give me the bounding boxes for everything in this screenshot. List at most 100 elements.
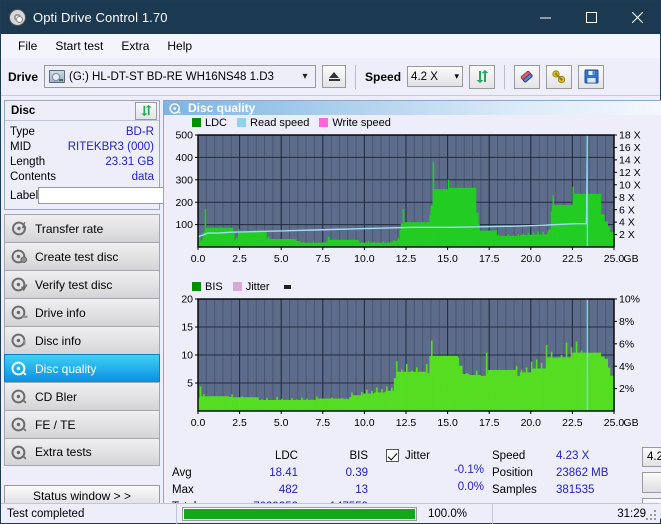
- toolbar: Drive (G:) HL-DT-ST BD-RE WH16NS48 1.D3 …: [1, 58, 660, 96]
- legend-swatch-ldc: [192, 118, 201, 127]
- close-button[interactable]: [614, 1, 660, 34]
- svg-text:25.0: 25.0: [604, 253, 625, 265]
- sidebar-item-label: Create test disc: [35, 249, 119, 264]
- maximize-button[interactable]: [568, 1, 614, 34]
- start-full-button[interactable]: Start full: [642, 472, 661, 493]
- disc-quality-icon: [169, 102, 181, 114]
- svg-text:8%: 8%: [619, 316, 634, 328]
- disc-contents-value: data: [131, 170, 154, 183]
- svg-text:6 X: 6 X: [619, 204, 635, 216]
- content-header-title: Disc quality: [188, 101, 256, 115]
- stats-col-ldc: LDC: [274, 449, 298, 462]
- verify-test-disc-icon: [11, 277, 28, 292]
- jitter-checkbox[interactable]: [386, 449, 399, 462]
- toolbar-divider-2: [504, 64, 506, 89]
- menu-extra[interactable]: Extra: [112, 36, 158, 56]
- svg-text:15.0: 15.0: [437, 417, 458, 429]
- svg-text:20.0: 20.0: [521, 417, 542, 429]
- disc-mid-value: RITEKBR3 (000): [67, 140, 154, 153]
- svg-text:4 X: 4 X: [619, 217, 635, 229]
- chevron-down-icon: ▾: [454, 71, 460, 81]
- erase-button[interactable]: [514, 64, 541, 89]
- svg-text:10.0: 10.0: [354, 253, 375, 265]
- svg-text:15.0: 15.0: [437, 253, 458, 265]
- position-row: Position 23862 MB: [492, 464, 642, 481]
- svg-text:GB: GB: [623, 417, 638, 429]
- menu-file[interactable]: File: [9, 36, 46, 56]
- bottom-chart[interactable]: 5 10 15 20 2% 4% 6% 8% 10% 0.0 2.5 5.0 7.5 10.0 12.5 15…: [168, 293, 661, 443]
- svg-text:16 X: 16 X: [619, 142, 641, 154]
- svg-text:4%: 4%: [619, 361, 634, 373]
- svg-text:7.5: 7.5: [315, 417, 330, 429]
- sidebar-item-cd-bler[interactable]: CD Bler: [4, 382, 160, 410]
- resize-grip[interactable]: [646, 510, 658, 522]
- disc-panel: Disc Type BD-R MID RITEKBR3 (000) Length…: [4, 100, 241, 210]
- stats-avg-bis: 0.39: [345, 466, 368, 479]
- drive-select[interactable]: (G:) HL-DT-ST BD-RE WH16NS48 1.D3 ▾: [44, 65, 317, 88]
- sidebar-item-transfer-rate[interactable]: Transfer rate: [4, 214, 160, 242]
- speed-label: Speed: [492, 449, 526, 462]
- sidebar-item-disc-info[interactable]: Disc info: [4, 326, 160, 354]
- sidebar: Disc Type BD-R MID RITEKBR3 (000) Length…: [4, 100, 241, 507]
- sidebar-item-verify-test-disc[interactable]: Verify test disc: [4, 270, 160, 298]
- samples-label: Samples: [492, 483, 537, 496]
- svg-text:300: 300: [175, 174, 193, 186]
- stats-avg-ldc: 18.41: [269, 466, 298, 479]
- app-window: Opti Drive Control 1.70 File Start test …: [0, 0, 661, 524]
- disc-properties: Type BD-R MID RITEKBR3 (000) Length 23.3…: [5, 121, 241, 209]
- speed-select-value: 4.2 X: [411, 70, 438, 83]
- svg-text:10%: 10%: [619, 294, 640, 306]
- svg-text:200: 200: [175, 197, 193, 209]
- nav-list: Transfer rate Create test disc Verify te…: [4, 214, 160, 466]
- svg-text:2 X: 2 X: [619, 229, 635, 241]
- extra-tests-icon: [11, 445, 27, 459]
- sidebar-item-label: Verify test disc: [35, 277, 113, 292]
- top-chart[interactable]: 100 200 300 400 500 2 X4 X6 X8 X 10 X 12 X 14 X1…: [168, 129, 661, 279]
- drive-label: Drive: [8, 69, 39, 84]
- svg-text:2.5: 2.5: [232, 417, 247, 429]
- disc-refresh-button[interactable]: [135, 101, 157, 120]
- refresh-icon: [476, 70, 489, 83]
- menu-start-test[interactable]: Start test: [46, 36, 112, 56]
- top-chart-legend: LDC Read speed Write speed: [168, 116, 661, 129]
- minimize-button[interactable]: [522, 1, 568, 34]
- stats-row-avg: Avg 18.41 0.39: [172, 464, 382, 481]
- disc-row-type: Type BD-R: [10, 124, 154, 139]
- svg-text:22.5: 22.5: [562, 253, 583, 265]
- toolbar-divider-1: [355, 64, 357, 89]
- stats-row-label: Avg: [172, 466, 192, 479]
- refresh-drive-button[interactable]: [469, 64, 496, 89]
- menu-help[interactable]: Help: [158, 36, 201, 56]
- transfer-rate-icon: [12, 221, 27, 236]
- save-button[interactable]: [578, 64, 605, 89]
- svg-text:GB: GB: [623, 253, 638, 265]
- cd-bler-icon: [11, 389, 27, 404]
- svg-text:18 X: 18 X: [619, 130, 641, 142]
- sidebar-item-drive-info[interactable]: Drive info: [4, 298, 160, 326]
- sidebar-item-fe-te[interactable]: FE / TE: [4, 410, 160, 438]
- disc-length-value: 23.31 GB: [105, 155, 154, 168]
- test-speed-value: 4.2 X: [647, 451, 661, 463]
- disc-panel-header: Disc: [5, 101, 159, 121]
- sidebar-item-extra-tests[interactable]: Extra tests: [4, 438, 160, 466]
- sidebar-item-disc-quality[interactable]: Disc quality: [4, 354, 160, 382]
- app-disc-icon: [9, 9, 26, 26]
- speed-select[interactable]: 4.2 X ▾: [407, 66, 464, 87]
- svg-text:10.0: 10.0: [354, 417, 375, 429]
- disc-contents-label: Contents: [10, 170, 57, 183]
- disc-type-value: BD-R: [125, 125, 154, 138]
- eject-button[interactable]: [322, 65, 347, 88]
- status-message: Test completed: [7, 507, 85, 520]
- test-speed-select[interactable]: 4.2 X ▾: [642, 447, 661, 467]
- sidebar-item-label: Extra tests: [35, 445, 92, 459]
- content-header: Disc quality: [164, 101, 661, 115]
- svg-text:12 X: 12 X: [619, 167, 641, 179]
- wrench-icon: [552, 69, 566, 83]
- tools-button[interactable]: [546, 64, 573, 89]
- svg-text:20.0: 20.0: [521, 253, 542, 265]
- disc-quality-icon: [11, 361, 27, 376]
- samples-row: Samples 381535: [492, 481, 642, 498]
- disc-type-label: Type: [10, 125, 35, 138]
- svg-text:400: 400: [175, 152, 193, 164]
- sidebar-item-create-test-disc[interactable]: Create test disc: [4, 242, 160, 270]
